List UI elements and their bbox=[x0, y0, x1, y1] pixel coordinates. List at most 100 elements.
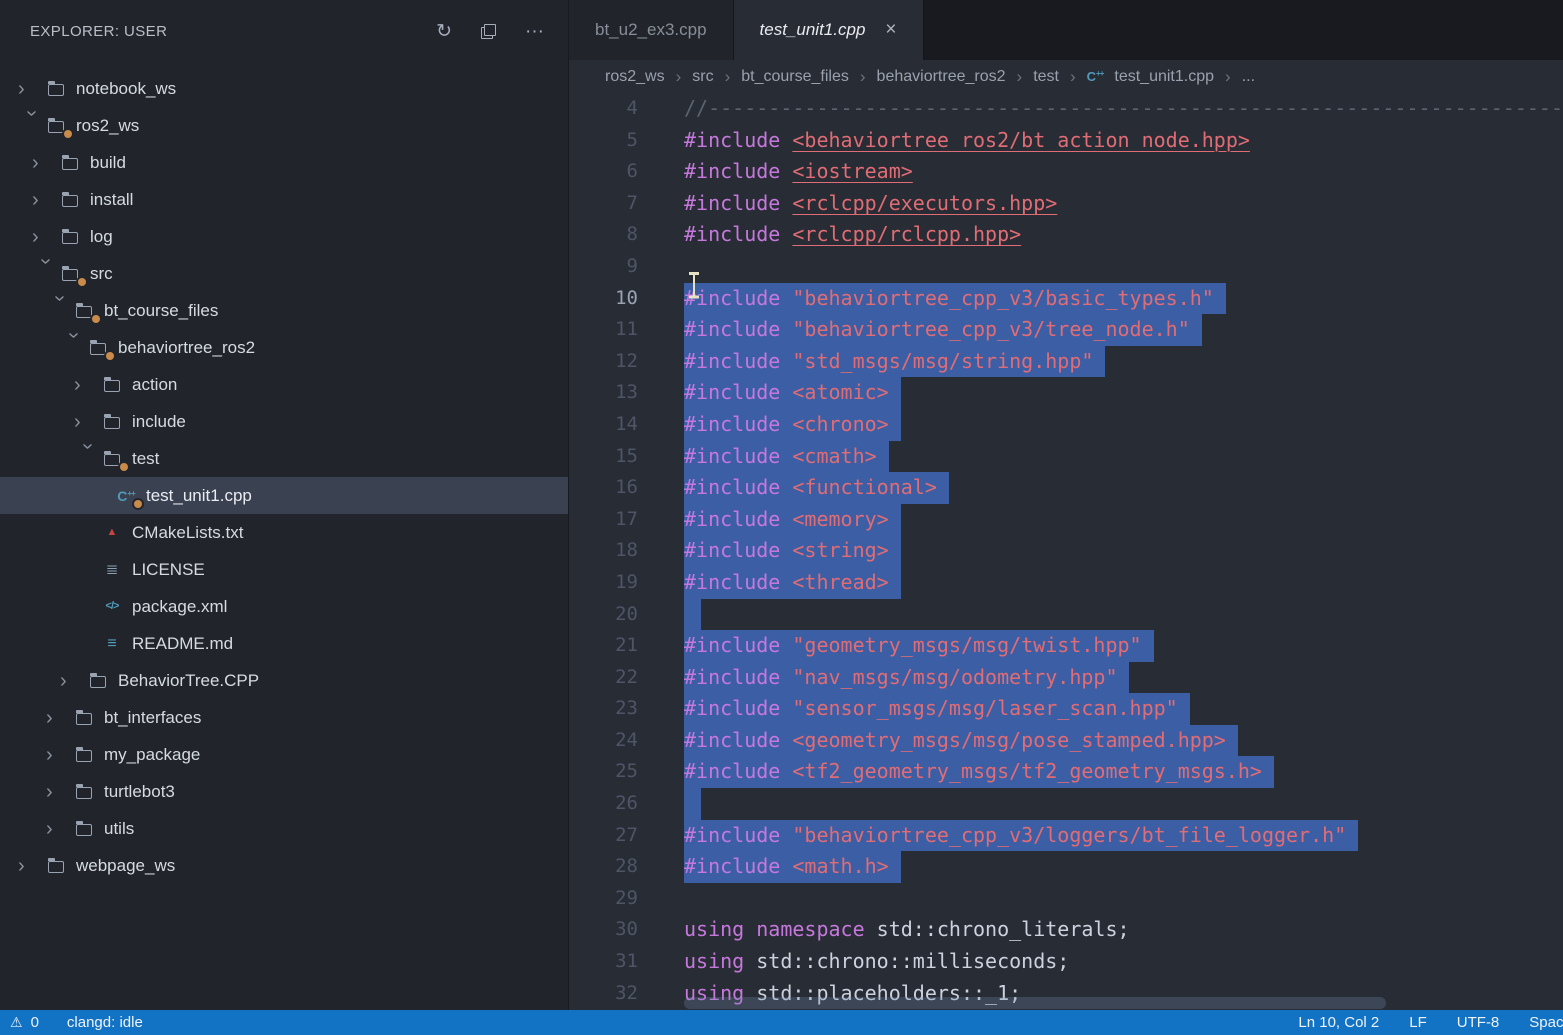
tree-item-ros2_ws[interactable]: ›ros2_ws bbox=[0, 107, 568, 144]
tab-bt_u2_ex3.cpp[interactable]: bt_u2_ex3.cpp bbox=[569, 0, 734, 60]
code-line[interactable]: 13#include <atomic> bbox=[569, 377, 1563, 409]
tree-item-BehaviorTree.CPP[interactable]: ›BehaviorTree.CPP bbox=[0, 662, 568, 699]
chevron-icon[interactable]: › bbox=[32, 190, 60, 210]
tree-item-notebook_ws[interactable]: ›notebook_ws bbox=[0, 70, 568, 107]
line-number: 8 bbox=[569, 219, 638, 251]
chevron-icon[interactable]: › bbox=[46, 782, 74, 802]
code-line[interactable]: 19#include <thread> bbox=[569, 567, 1563, 599]
tree-item-test[interactable]: ›test bbox=[0, 440, 568, 477]
tab-test_unit1.cpp[interactable]: test_unit1.cpp× bbox=[734, 0, 924, 60]
tree-item-utils[interactable]: ›utils bbox=[0, 810, 568, 847]
chevron-icon[interactable]: › bbox=[32, 227, 60, 247]
code-line[interactable]: 22#include "nav_msgs/msg/odometry.hpp" bbox=[569, 662, 1563, 694]
code-line[interactable]: 27#include "behaviortree_cpp_v3/loggers/… bbox=[569, 820, 1563, 852]
tree-item-my_package[interactable]: ›my_package bbox=[0, 736, 568, 773]
encoding-selector-button[interactable]: UTF-8 bbox=[1457, 1014, 1500, 1031]
tree-item-bt_course_files[interactable]: ›bt_course_files bbox=[0, 292, 568, 329]
tree-item-README.md[interactable]: ≡README.md bbox=[0, 625, 568, 662]
chevron-icon[interactable]: › bbox=[36, 258, 56, 286]
code-line[interactable]: 10#include "behaviortree_cpp_v3/basic_ty… bbox=[569, 283, 1563, 315]
tree-item-install[interactable]: ›install bbox=[0, 181, 568, 218]
chevron-icon[interactable]: › bbox=[46, 745, 74, 765]
refresh-icon[interactable]: ↻ bbox=[436, 22, 452, 41]
breadcrumb-item[interactable]: test bbox=[1033, 68, 1059, 86]
eol-selector-button[interactable]: LF bbox=[1409, 1014, 1427, 1031]
line-number: 6 bbox=[569, 156, 638, 188]
code-line[interactable]: 4//-------------------------------------… bbox=[569, 93, 1563, 125]
chevron-icon[interactable]: › bbox=[32, 153, 60, 173]
chevron-icon[interactable]: › bbox=[78, 443, 98, 471]
folder-icon bbox=[74, 303, 94, 318]
chevron-icon[interactable]: › bbox=[18, 79, 46, 99]
chevron-icon[interactable]: › bbox=[50, 295, 70, 323]
chevron-icon[interactable]: › bbox=[60, 671, 88, 691]
tree-item-src[interactable]: ›src bbox=[0, 255, 568, 292]
code-line[interactable]: 20 bbox=[569, 599, 1563, 631]
code-line[interactable]: 18#include <string> bbox=[569, 535, 1563, 567]
code-line[interactable]: 11#include "behaviortree_cpp_v3/tree_nod… bbox=[569, 314, 1563, 346]
chevron-icon[interactable]: › bbox=[64, 332, 84, 360]
tree-item-log[interactable]: ›log bbox=[0, 218, 568, 255]
code-line[interactable]: 21#include "geometry_msgs/msg/twist.hpp" bbox=[569, 630, 1563, 662]
breadcrumb-item[interactable]: test_unit1.cpp bbox=[1114, 68, 1214, 86]
code-line[interactable]: 5#include <behaviortree_ros2/bt_action_n… bbox=[569, 125, 1563, 157]
tree-item-bt_interfaces[interactable]: ›bt_interfaces bbox=[0, 699, 568, 736]
code-line[interactable]: 9 bbox=[569, 251, 1563, 283]
chevron-icon[interactable]: › bbox=[74, 412, 102, 432]
tree-item-test_unit1.cpp[interactable]: Ctest_unit1.cpp bbox=[0, 477, 568, 514]
code-line[interactable]: 14#include <chrono> bbox=[569, 409, 1563, 441]
chevron-icon[interactable]: › bbox=[22, 110, 42, 138]
tree-item-include[interactable]: ›include bbox=[0, 403, 568, 440]
clangd-status[interactable]: clangd: idle bbox=[67, 1014, 143, 1031]
tree-item-behaviortree_ros2[interactable]: ›behaviortree_ros2 bbox=[0, 329, 568, 366]
code-line[interactable]: 26 bbox=[569, 788, 1563, 820]
breadcrumb-item[interactable]: behaviortree_ros2 bbox=[877, 68, 1006, 86]
code-line[interactable]: 16#include <functional> bbox=[569, 472, 1563, 504]
breadcrumb-item[interactable]: bt_course_files bbox=[741, 68, 849, 86]
code-line[interactable]: 17#include <memory> bbox=[569, 504, 1563, 536]
tree-item-action[interactable]: › action bbox=[0, 366, 568, 403]
chevron-icon[interactable]: › bbox=[74, 375, 102, 395]
code-line[interactable]: 12#include "std_msgs/msg/string.hpp" bbox=[569, 346, 1563, 378]
cursor-position-button[interactable]: Ln 10, Col 2 bbox=[1298, 1014, 1379, 1031]
vscode-window: EXPLORER: USER ↻ ··· ›notebook_ws›ros2_w… bbox=[0, 0, 1563, 1035]
breadcrumb-item[interactable]: ros2_ws bbox=[605, 68, 665, 86]
explorer-header: EXPLORER: USER ↻ ··· bbox=[0, 0, 568, 62]
tree-item-LICENSE[interactable]: ≣LICENSE bbox=[0, 551, 568, 588]
tree-item-CMakeLists.txt[interactable]: ▲CMakeLists.txt bbox=[0, 514, 568, 551]
breadcrumb-item[interactable]: ... bbox=[1242, 68, 1255, 86]
horizontal-scrollbar[interactable] bbox=[684, 997, 1386, 1009]
git-modified-dot bbox=[106, 352, 114, 360]
code-line[interactable]: 28#include <math.h> bbox=[569, 851, 1563, 883]
code-line[interactable]: 24#include <geometry_msgs/msg/pose_stamp… bbox=[569, 725, 1563, 757]
tree-item-build[interactable]: › build bbox=[0, 144, 568, 181]
code-line[interactable]: 30using namespace std::chrono_literals; bbox=[569, 914, 1563, 946]
code-line[interactable]: 25#include <tf2_geometry_msgs/tf2_geomet… bbox=[569, 756, 1563, 788]
code-line[interactable]: 29 bbox=[569, 883, 1563, 915]
tree-item-label: build bbox=[90, 153, 126, 173]
indent-selector-button[interactable]: Spaces: 2 bbox=[1529, 1014, 1563, 1031]
chevron-icon[interactable]: › bbox=[46, 708, 74, 728]
tree-item-label: README.md bbox=[132, 634, 233, 654]
code-line[interactable]: 8#include <rclcpp/rclcpp.hpp> bbox=[569, 219, 1563, 251]
code-line[interactable]: 31using std::chrono::milliseconds; bbox=[569, 946, 1563, 978]
code-line[interactable]: 15#include <cmath> bbox=[569, 441, 1563, 473]
close-icon[interactable]: × bbox=[885, 19, 896, 41]
line-number: 11 bbox=[569, 314, 638, 346]
code-line[interactable]: 6#include <iostream> bbox=[569, 156, 1563, 188]
more-actions-icon[interactable]: ··· bbox=[525, 22, 544, 41]
chevron-icon[interactable]: › bbox=[46, 819, 74, 839]
chevron-icon[interactable]: › bbox=[18, 856, 46, 876]
code-line[interactable]: 7#include <rclcpp/executors.hpp> bbox=[569, 188, 1563, 220]
line-number: 26 bbox=[569, 788, 638, 820]
tree-item-turtlebot3[interactable]: ›turtlebot3 bbox=[0, 773, 568, 810]
tree-item-webpage_ws[interactable]: ›webpage_ws bbox=[0, 847, 568, 884]
tree-item-label: action bbox=[132, 375, 177, 395]
breadcrumb-item[interactable]: src bbox=[692, 68, 713, 86]
folder-icon bbox=[102, 414, 122, 429]
code-lines[interactable]: 4//-------------------------------------… bbox=[569, 93, 1563, 1009]
tree-item-package.xml[interactable]: </>package.xml bbox=[0, 588, 568, 625]
collapse-folders-icon[interactable] bbox=[480, 23, 497, 40]
problems-button[interactable]: ⚠ 0 bbox=[10, 1014, 39, 1031]
code-line[interactable]: 23#include "sensor_msgs/msg/laser_scan.h… bbox=[569, 693, 1563, 725]
